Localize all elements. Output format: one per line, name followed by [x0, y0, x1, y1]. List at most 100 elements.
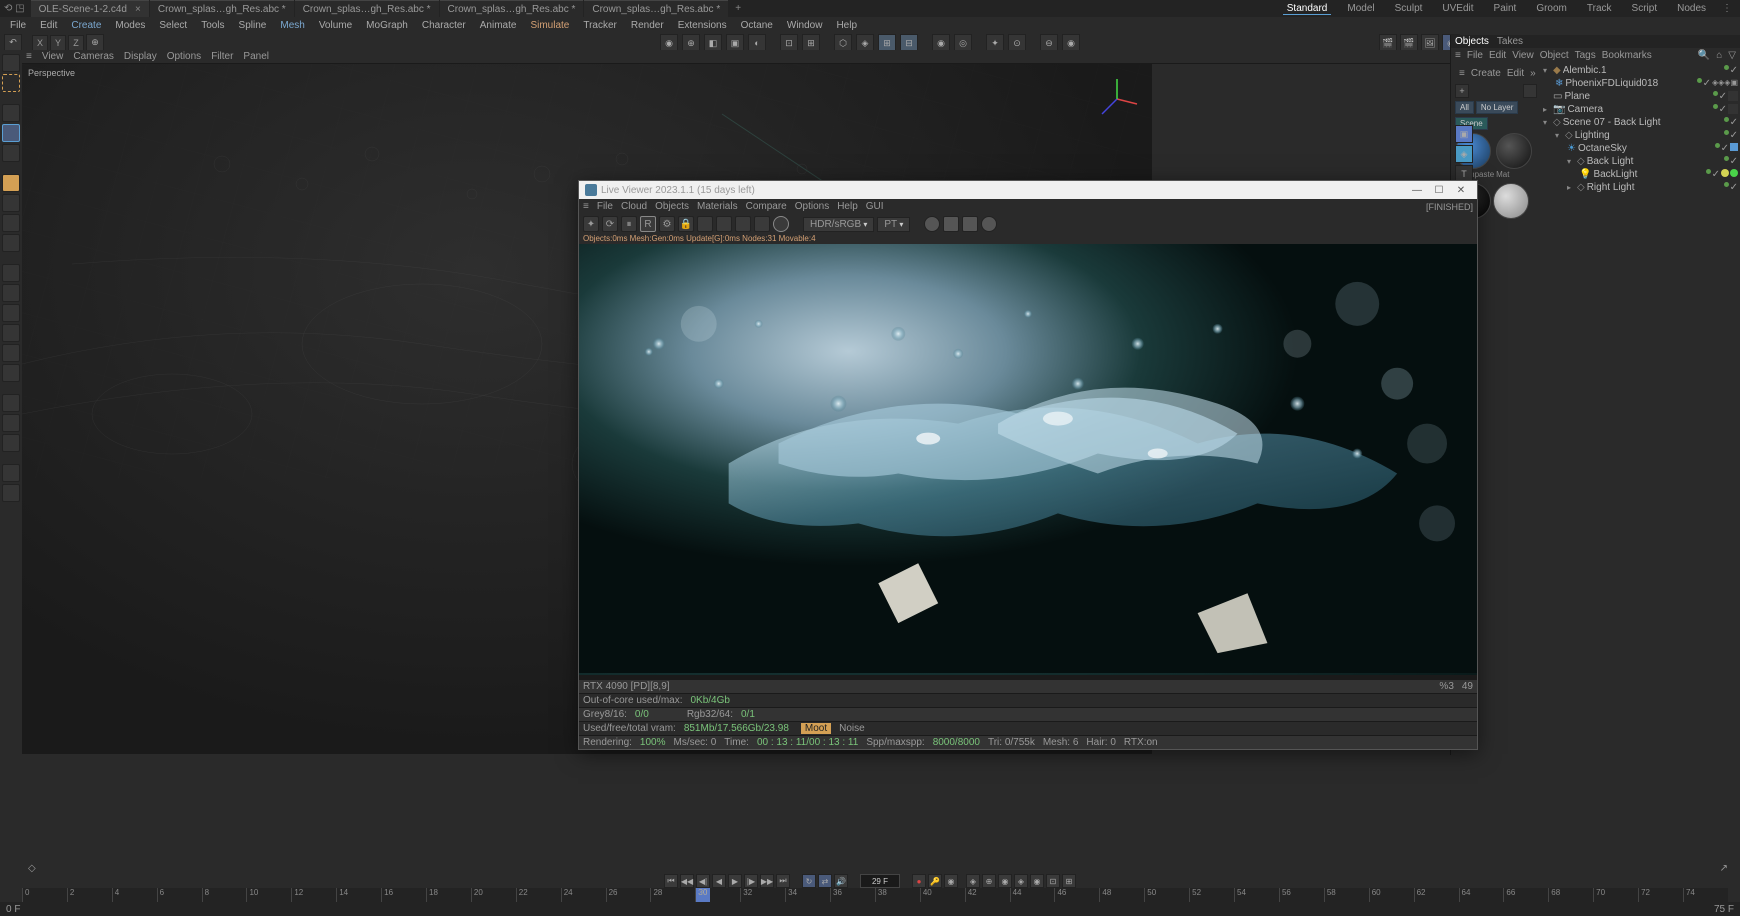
hamburger-icon[interactable]: ≡ — [1455, 50, 1461, 61]
menu-tracker[interactable]: Tracker — [577, 20, 623, 31]
maximize-button[interactable]: ☐ — [1429, 185, 1449, 196]
minimize-button[interactable]: — — [1407, 185, 1427, 196]
coord-button[interactable]: ⊕ — [86, 34, 104, 52]
tool-icon[interactable] — [2, 234, 20, 252]
axis-y-button[interactable]: Y — [50, 35, 66, 51]
tool-icon[interactable] — [2, 394, 20, 412]
current-frame-input[interactable] — [860, 874, 900, 888]
search-icon[interactable]: 🔍 — [1698, 50, 1710, 61]
selection-tool[interactable] — [2, 74, 20, 92]
close-button[interactable]: ✕ — [1451, 185, 1471, 196]
tool-icon[interactable] — [2, 264, 20, 282]
document-tab[interactable]: Crown_splas…gh_Res.abc * — [295, 0, 439, 17]
tool-icon[interactable]: ⊡ — [1046, 874, 1060, 888]
layout-tab-standard[interactable]: Standard — [1283, 3, 1332, 15]
layout-tab-script[interactable]: Script — [1628, 3, 1662, 14]
menu-modes[interactable]: Modes — [109, 20, 151, 31]
menu-select[interactable]: Select — [153, 20, 193, 31]
add-tab-button[interactable]: + — [735, 3, 741, 14]
object-row[interactable]: ▸📷Camera✓ — [1543, 103, 1738, 116]
object-row[interactable]: 💡BackLight✓ — [1543, 168, 1738, 181]
object-row[interactable]: ▾◇Scene 07 - Back Light✓ — [1543, 116, 1738, 129]
layout-tab-nodes[interactable]: Nodes — [1673, 3, 1710, 14]
chevron-icon[interactable]: » — [1530, 68, 1536, 79]
tool-icon[interactable] — [2, 414, 20, 432]
next-key-button[interactable]: ▶▶ — [760, 874, 774, 888]
sound-button[interactable]: 🔊 — [834, 874, 848, 888]
colorspace-dropdown[interactable]: HDR/sRGB ▾ — [803, 217, 874, 232]
hamburger-icon[interactable]: ≡ — [1459, 68, 1465, 79]
lv-menu-compare[interactable]: Compare — [746, 201, 787, 212]
object-row[interactable]: ▾◇Lighting✓ — [1543, 129, 1738, 142]
timeline-end-marker[interactable]: ↗ — [1720, 863, 1728, 874]
cube-icon[interactable]: ▣ — [1455, 125, 1473, 143]
scale-tool[interactable] — [2, 144, 20, 162]
autokey-button[interactable]: 🔑 — [928, 874, 942, 888]
prev-frame-button[interactable]: ◀| — [696, 874, 710, 888]
panel-tab-takes[interactable]: Takes — [1497, 36, 1523, 47]
menu-extensions[interactable]: Extensions — [672, 20, 733, 31]
document-tab[interactable]: OLE-Scene-1-2.c4d× — [31, 0, 149, 17]
viewport-menu-filter[interactable]: Filter — [211, 51, 233, 62]
menu-octane[interactable]: Octane — [735, 20, 779, 31]
lv-menu-objects[interactable]: Objects — [655, 201, 689, 212]
tool-icon[interactable]: ⊕ — [982, 874, 996, 888]
document-tab[interactable]: Crown_splas…gh_Res.abc * — [440, 0, 584, 17]
lv-menu-help[interactable]: Help — [837, 201, 858, 212]
record-button[interactable]: ● — [912, 874, 926, 888]
menu-simulate[interactable]: Simulate — [524, 20, 575, 31]
tool-icon[interactable]: ⊞ — [1062, 874, 1076, 888]
lv-menu-file[interactable]: File — [597, 201, 613, 212]
camera-icon[interactable] — [962, 216, 978, 232]
menu-animate[interactable]: Animate — [474, 20, 523, 31]
tool-icon[interactable] — [943, 216, 959, 232]
render-view[interactable] — [579, 244, 1477, 675]
keyframe-marker[interactable]: ◇ — [28, 863, 36, 874]
menu-icon[interactable]: ⋮ — [1722, 3, 1732, 14]
object-row[interactable]: ▾◆Alembic.1✓ — [1543, 64, 1738, 77]
prev-key-button[interactable]: ◀◀ — [680, 874, 694, 888]
viewport-menu-display[interactable]: Display — [124, 51, 157, 62]
r-button[interactable]: R — [640, 216, 656, 232]
close-icon[interactable]: × — [135, 4, 141, 15]
tool-icon[interactable] — [2, 434, 20, 452]
viewport-menu-panel[interactable]: Panel — [243, 51, 269, 62]
tool-icon[interactable]: ◉ — [998, 874, 1012, 888]
tool-icon[interactable]: ◈ — [1014, 874, 1028, 888]
hamburger-icon[interactable]: ≡ — [583, 201, 589, 212]
loop-button[interactable]: ↻ — [802, 874, 816, 888]
goto-start-button[interactable]: ⏮ — [664, 874, 678, 888]
search-icon[interactable] — [2, 54, 20, 72]
panel-menu-tags[interactable]: Tags — [1575, 50, 1596, 61]
pause-icon[interactable]: ⏸ — [621, 216, 637, 232]
live-viewer-titlebar[interactable]: Live Viewer 2023.1.1 (15 days left) — ☐ … — [579, 181, 1477, 199]
menu-help[interactable]: Help — [830, 20, 863, 31]
home-icon[interactable]: ⌂ — [1716, 50, 1722, 61]
aperture-icon[interactable]: ✦ — [583, 216, 599, 232]
menu-file[interactable]: File — [4, 20, 32, 31]
panel-menu-edit[interactable]: Edit — [1489, 50, 1506, 61]
goto-end-button[interactable]: ⏭ — [776, 874, 790, 888]
timeline-ruler[interactable]: 30 0246810121416182022242628303234363840… — [22, 888, 1728, 902]
document-tab[interactable]: Crown_splas…gh_Res.abc * — [150, 0, 294, 17]
undo-button[interactable]: ↶ — [4, 34, 22, 52]
tool-icon[interactable]: ◉ — [1030, 874, 1044, 888]
add-icon[interactable]: + — [1455, 84, 1469, 98]
panel-menu-file[interactable]: File — [1467, 50, 1483, 61]
layout-tab-uvedit[interactable]: UVEdit — [1438, 3, 1477, 14]
lv-menu-options[interactable]: Options — [795, 201, 829, 212]
object-row[interactable]: ▾◇Back Light✓ — [1543, 155, 1738, 168]
object-row[interactable]: ▸◇Right Light✓ — [1543, 181, 1738, 194]
menu-tools[interactable]: Tools — [195, 20, 230, 31]
menu-mograph[interactable]: MoGraph — [360, 20, 414, 31]
layout-tab-groom[interactable]: Groom — [1532, 3, 1571, 14]
play-button[interactable]: ▶ — [728, 874, 742, 888]
material-thumb[interactable]: Mat — [1496, 133, 1532, 179]
square-icon[interactable] — [716, 216, 732, 232]
panel-menu-bookmarks[interactable]: Bookmarks — [1602, 50, 1652, 61]
tool-icon[interactable] — [2, 304, 20, 322]
rotate-tool[interactable] — [2, 124, 20, 142]
menu-spline[interactable]: Spline — [233, 20, 273, 31]
left-menu-edit[interactable]: Edit — [1507, 68, 1524, 79]
panel-menu-view[interactable]: View — [1512, 50, 1534, 61]
